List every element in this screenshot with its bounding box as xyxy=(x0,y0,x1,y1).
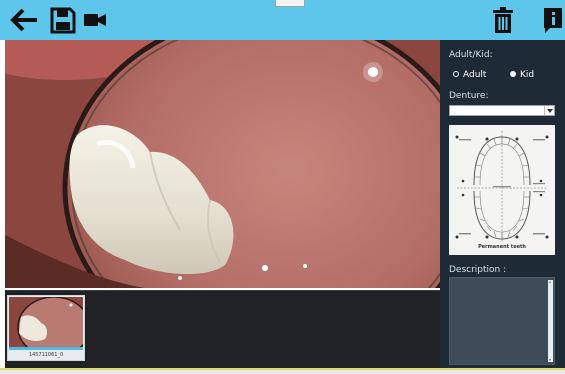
radio-unchecked-icon xyxy=(453,70,459,77)
adult-radio-label: Adult xyxy=(463,70,487,80)
top-drag-tab[interactable] xyxy=(275,0,305,7)
patient-info-panel: Adult/Kid: Adult Kid Denture: Permanent … xyxy=(440,40,565,368)
denture-label: Denture: xyxy=(449,91,489,101)
denture-select[interactable] xyxy=(449,105,555,116)
trash-icon[interactable] xyxy=(491,5,515,35)
dental-chart-caption: Permanent teeth xyxy=(478,244,526,250)
adult-radio[interactable]: Adult xyxy=(453,70,486,80)
description-textarea[interactable] xyxy=(449,277,555,365)
captured-image-thumbnail[interactable]: 145711061_0 xyxy=(7,295,85,361)
kid-radio[interactable]: Kid xyxy=(510,70,534,80)
camera-preview[interactable] xyxy=(5,40,440,288)
thumbnail-image xyxy=(9,297,83,347)
info-icon[interactable] xyxy=(541,5,565,35)
description-label: Description : xyxy=(449,265,507,275)
back-arrow-icon[interactable] xyxy=(8,5,40,35)
description-scrollbar[interactable] xyxy=(548,280,553,362)
save-icon[interactable] xyxy=(50,5,76,35)
thumbnail-strip: 145711061_0 xyxy=(5,290,440,368)
video-camera-icon[interactable] xyxy=(83,5,107,35)
bottom-accent-line xyxy=(0,368,565,370)
dental-chart[interactable]: Permanent teeth xyxy=(449,125,555,255)
kid-radio-label: Kid xyxy=(520,70,535,80)
chevron-down-icon[interactable] xyxy=(544,106,554,115)
radio-checked-icon xyxy=(510,70,516,77)
adult-kid-label: Adult/Kid: xyxy=(449,50,493,60)
thumbnail-label: 145711061_0 xyxy=(28,352,64,358)
thumbnail-selected-bar xyxy=(9,347,83,350)
bottom-edge xyxy=(0,368,565,374)
